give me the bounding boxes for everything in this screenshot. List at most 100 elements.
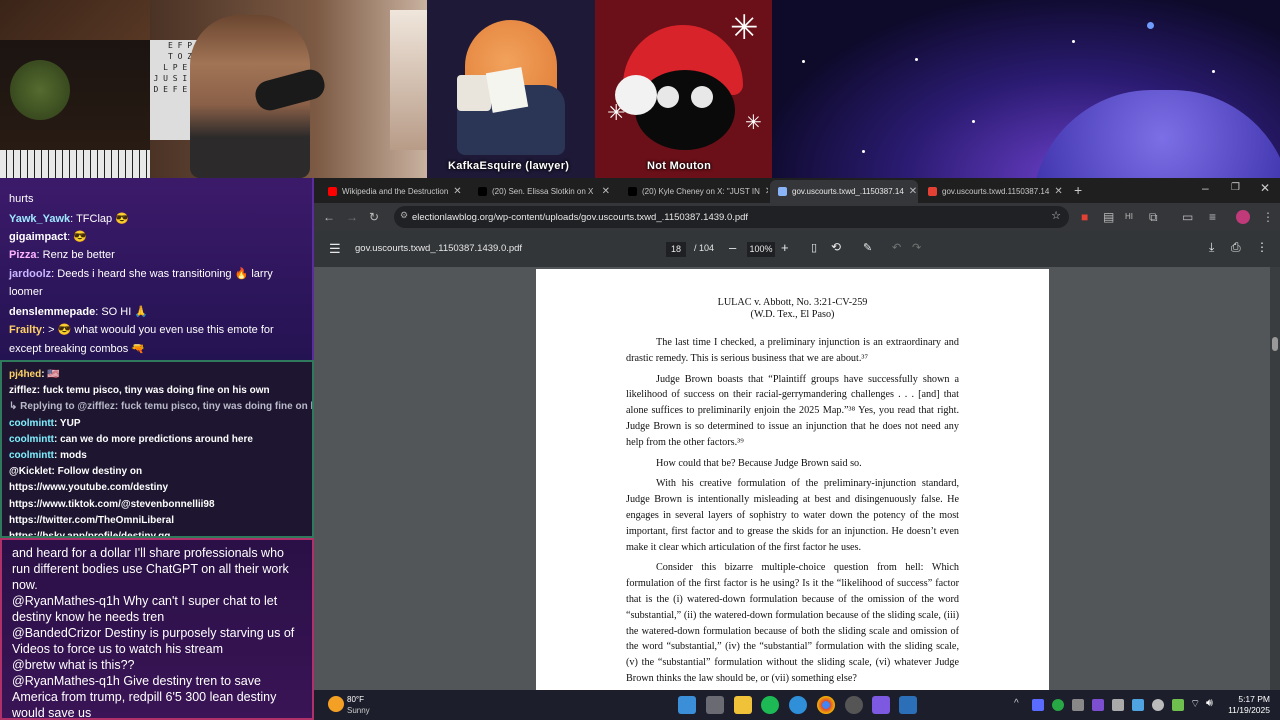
tray-app-icon[interactable] bbox=[1032, 699, 1044, 711]
close-tab-icon[interactable]: ✕ bbox=[909, 186, 917, 197]
browser-tab[interactable]: gov.uscourts.txwd.1150387.14 ✕ bbox=[920, 180, 1068, 203]
pdf-viewport[interactable]: LULAC v. Abbott, No. 3:21-CV-259 (W.D. T… bbox=[314, 267, 1280, 699]
steam-icon[interactable] bbox=[899, 696, 917, 714]
bookmark-star-icon[interactable]: ☆ bbox=[1051, 209, 1061, 222]
tab-favicon-icon bbox=[478, 187, 487, 196]
task-view-icon[interactable] bbox=[706, 696, 724, 714]
zoom-in-icon[interactable]: + bbox=[781, 240, 789, 255]
tab-search-icon[interactable]: ≡ bbox=[1209, 203, 1216, 231]
scrollbar-thumb[interactable] bbox=[1272, 337, 1278, 351]
tray-app-icon[interactable] bbox=[1072, 699, 1084, 711]
chat-text: America from trump, redpill 6'5 300 lean… bbox=[12, 690, 277, 704]
restore-button[interactable]: ❐ bbox=[1231, 182, 1240, 193]
pdf-page: LULAC v. Abbott, No. 3:21-CV-259 (W.D. T… bbox=[536, 269, 1049, 699]
page-number-input[interactable]: 18 bbox=[666, 242, 686, 257]
chat-message: coolmintt: mods bbox=[9, 450, 87, 461]
annotate-icon[interactable]: ✎ bbox=[863, 241, 872, 254]
tray-app-icon[interactable] bbox=[1052, 699, 1064, 711]
weather-sun-icon[interactable] bbox=[328, 696, 344, 712]
close-tab-icon[interactable]: ✕ bbox=[602, 186, 610, 197]
zoom-out-icon[interactable]: – bbox=[729, 240, 736, 255]
chat-username[interactable]: Yawk_Yawk bbox=[9, 213, 70, 225]
edge-icon[interactable] bbox=[789, 696, 807, 714]
fit-page-icon[interactable]: ▯ bbox=[811, 241, 817, 254]
chat-username[interactable]: zifflez bbox=[9, 385, 37, 396]
download-icon[interactable]: ⤓ bbox=[1209, 240, 1214, 255]
chat-text: : SO HI 🙏 bbox=[95, 305, 149, 318]
chat-text: would save us bbox=[12, 706, 92, 720]
extension-icon[interactable]: ■ bbox=[1081, 203, 1088, 231]
new-tab-button[interactable]: + bbox=[1074, 182, 1082, 198]
tray-overflow-icon[interactable]: ^ bbox=[1014, 698, 1019, 709]
snowflake-icon: ✳ bbox=[745, 112, 762, 134]
chat-username[interactable]: Frailty bbox=[9, 324, 42, 336]
site-info-icon[interactable]: ⚙ bbox=[400, 210, 408, 221]
hamburger-menu-icon[interactable]: ☰ bbox=[329, 241, 341, 257]
tray-app-icon[interactable] bbox=[1132, 699, 1144, 711]
browser-tab[interactable]: (20) Kyle Cheney on X: "JUST IN ✕ bbox=[620, 180, 768, 203]
browser-tab[interactable]: Wikipedia and the Destruction ✕ bbox=[320, 180, 468, 203]
spotify-icon[interactable] bbox=[761, 696, 779, 714]
app-icon[interactable] bbox=[872, 696, 890, 714]
chat-username[interactable]: @RyanMathes-q1h bbox=[12, 594, 120, 608]
tray-app-icon[interactable] bbox=[1152, 699, 1164, 711]
extension-icon[interactable]: HI bbox=[1125, 203, 1133, 231]
clock-date[interactable]: 11/19/2025 bbox=[1216, 705, 1270, 715]
scrollbar[interactable] bbox=[1270, 267, 1280, 690]
close-window-button[interactable]: ✕ bbox=[1260, 181, 1270, 195]
start-icon[interactable] bbox=[678, 696, 696, 714]
chat-username[interactable]: @Kicklet bbox=[9, 466, 52, 477]
chat-username[interactable]: coolmintt bbox=[9, 450, 54, 461]
back-icon[interactable]: ← bbox=[323, 203, 335, 231]
extension-icon[interactable]: ▤ bbox=[1103, 203, 1114, 231]
address-bar[interactable]: ⚙ electionlawblog.org/wp-content/uploads… bbox=[394, 206, 1069, 228]
extensions-puzzle-icon[interactable]: ⧉ bbox=[1149, 203, 1158, 231]
chrome-icon[interactable] bbox=[817, 696, 835, 714]
browser-toolbar: ← → ↻ ⚙ electionlawblog.org/wp-content/u… bbox=[314, 203, 1280, 231]
chat-username[interactable]: gigaimpact bbox=[9, 231, 67, 243]
chat-username[interactable]: Pizza bbox=[9, 249, 37, 261]
menu-icon[interactable]: ⋮ bbox=[1262, 203, 1274, 231]
close-tab-icon[interactable]: ✕ bbox=[453, 186, 461, 197]
chat-message: https://twitter.com/TheOmniLiberal bbox=[9, 515, 174, 526]
reload-icon[interactable]: ↻ bbox=[369, 203, 379, 231]
chat-username[interactable]: jardoolz bbox=[9, 268, 51, 280]
wifi-icon[interactable]: ⌔ bbox=[1190, 697, 1200, 711]
obs-icon[interactable] bbox=[845, 696, 863, 714]
weather-desc[interactable]: Sunny bbox=[347, 706, 370, 715]
undo-icon[interactable]: ↶ bbox=[892, 241, 901, 254]
chat-username[interactable]: coolmintt bbox=[9, 418, 54, 429]
browser-tab[interactable]: gov.uscourts.txwd_.1150387.14 ✕ bbox=[770, 180, 918, 203]
profile-avatar[interactable] bbox=[1236, 210, 1250, 224]
chat-message: @Kicklet: Follow destiny on bbox=[9, 466, 142, 477]
weather-temp[interactable]: 80°F bbox=[347, 695, 364, 704]
volume-icon[interactable]: 🔊︎ bbox=[1206, 697, 1213, 710]
rotate-icon[interactable]: ⟲ bbox=[831, 240, 841, 254]
print-icon[interactable]: ⎙ bbox=[1231, 240, 1241, 255]
zoom-input[interactable]: 100% bbox=[747, 242, 775, 257]
browser-tab[interactable]: (20) Sen. Elissa Slotkin on X ✕ bbox=[470, 180, 618, 203]
tray-app-icon[interactable] bbox=[1092, 699, 1104, 711]
chat-message: https://www.youtube.com/destiny bbox=[9, 482, 168, 493]
chat-username[interactable]: @BandedCrizor bbox=[12, 626, 101, 640]
chat-message: coolmintt: can we do more predictions ar… bbox=[9, 434, 253, 445]
minimize-button[interactable]: – bbox=[1202, 181, 1209, 195]
chat-username[interactable]: pj4hed bbox=[9, 369, 41, 380]
file-explorer-icon[interactable] bbox=[734, 696, 752, 714]
sidebar-icon[interactable]: ▭ bbox=[1182, 203, 1193, 231]
star-icon bbox=[1147, 22, 1154, 29]
chat-username[interactable]: @RyanMathes-q1h bbox=[12, 674, 120, 688]
clock-time[interactable]: 5:17 PM bbox=[1226, 694, 1270, 704]
chat-message: except breaking combos 🔫 bbox=[9, 342, 145, 355]
redo-icon[interactable]: ↷ bbox=[912, 241, 921, 254]
close-tab-icon[interactable]: ✕ bbox=[1054, 186, 1062, 197]
tray-app-icon[interactable] bbox=[1172, 699, 1184, 711]
chat-username[interactable]: coolmintt bbox=[9, 434, 54, 445]
forward-icon[interactable]: → bbox=[346, 203, 358, 231]
chat-username[interactable]: denslemmepade bbox=[9, 306, 95, 318]
close-tab-icon[interactable]: ✕ bbox=[765, 186, 768, 197]
tray-app-icon[interactable] bbox=[1112, 699, 1124, 711]
snowflake-icon: ✳ bbox=[730, 9, 759, 47]
more-options-icon[interactable]: ⋮ bbox=[1256, 240, 1268, 254]
chat-username[interactable]: @bretw bbox=[12, 658, 55, 672]
